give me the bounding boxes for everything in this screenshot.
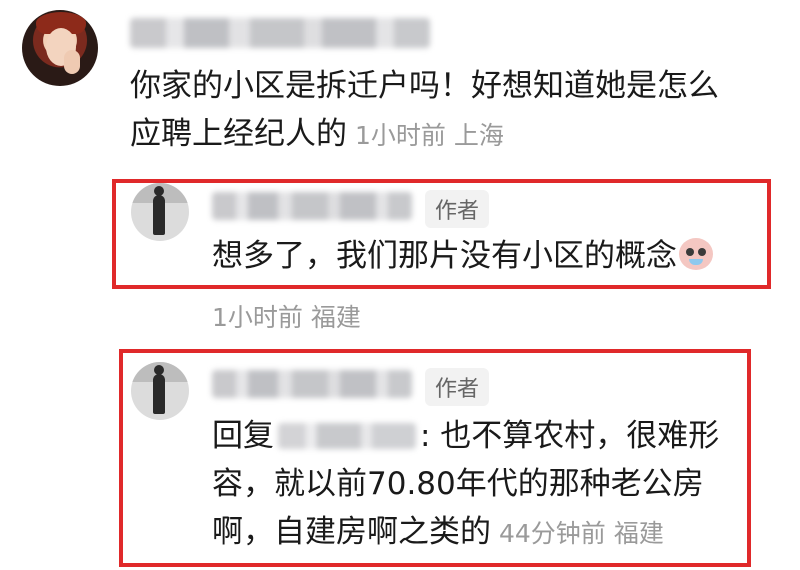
sweat-face-emoji-icon (679, 238, 713, 270)
author-avatar-reply1[interactable] (131, 183, 189, 241)
commenter-avatar[interactable] (22, 10, 98, 86)
author-tag-reply1: 作者 (425, 190, 490, 228)
comment-text-line1: 你家的小区是拆迁户吗！好想知道她是怎么 (130, 68, 719, 104)
avatar-figure (153, 365, 165, 414)
reply1-text: 想多了，我们那片没有小区的概念 (212, 238, 713, 275)
comment-location: 上海 (453, 121, 504, 150)
reply-target-username-blurred[interactable] (278, 423, 416, 449)
reply2-location: 福建 (613, 519, 664, 548)
author-avatar-reply2[interactable] (131, 362, 189, 420)
reply2-text-line3: 啊，自建房啊之类的 44分钟前 福建 (212, 514, 664, 550)
avatar-figure (153, 186, 165, 235)
reply1-meta: 1小时前 福建 (212, 298, 361, 334)
reply1-time: 1小时前 (212, 303, 303, 332)
reply2-text-line2: 容，就以前70.80年代的那种老公房 (212, 466, 704, 502)
author-username-blurred-reply2[interactable] (212, 370, 412, 398)
comment-text-line2: 应聘上经纪人的 1小时前 上海 (130, 116, 504, 152)
reply2-time: 44分钟前 (499, 519, 606, 548)
author-tag-reply2: 作者 (425, 368, 490, 406)
reply2-text-line1: 回复: 也不算农村，很难形 (212, 418, 720, 454)
comment-time: 1小时前 (355, 121, 446, 150)
author-username-blurred-reply1[interactable] (212, 192, 412, 220)
avatar-hand (64, 50, 80, 74)
reply1-location: 福建 (310, 303, 361, 332)
commenter-username-blurred[interactable] (130, 18, 430, 48)
